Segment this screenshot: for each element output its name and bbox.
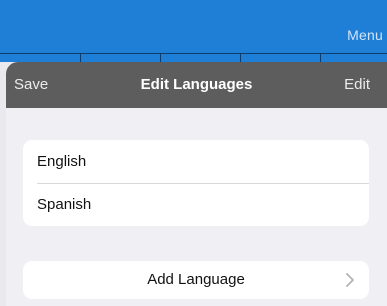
chevron-right-icon <box>346 273 354 287</box>
nav-bar: Save Edit Languages Edit <box>6 62 387 108</box>
language-label: Spanish <box>37 196 92 213</box>
menu-button[interactable]: Menu <box>347 27 383 43</box>
edit-button[interactable]: Edit <box>344 76 370 93</box>
edit-languages-popover: Save Edit Languages Edit English Spanish… <box>6 62 387 306</box>
language-item-english[interactable]: English <box>23 140 369 183</box>
language-list: English Spanish <box>23 140 369 226</box>
toolbar-tick <box>160 53 161 62</box>
toolbar-divider <box>0 53 387 54</box>
page-title: Edit Languages <box>140 76 253 93</box>
language-item-spanish[interactable]: Spanish <box>23 183 369 226</box>
screen: Menu Save Edit Languages Edit English Sp… <box>0 0 387 306</box>
toolbar-tick <box>80 53 81 62</box>
add-language-label: Add Language <box>147 271 245 288</box>
add-language-button[interactable]: Add Language <box>23 261 369 299</box>
toolbar-tick <box>240 53 241 62</box>
toolbar-tick <box>320 53 321 62</box>
top-app-bar: Menu <box>0 0 387 62</box>
language-label: English <box>37 153 87 170</box>
